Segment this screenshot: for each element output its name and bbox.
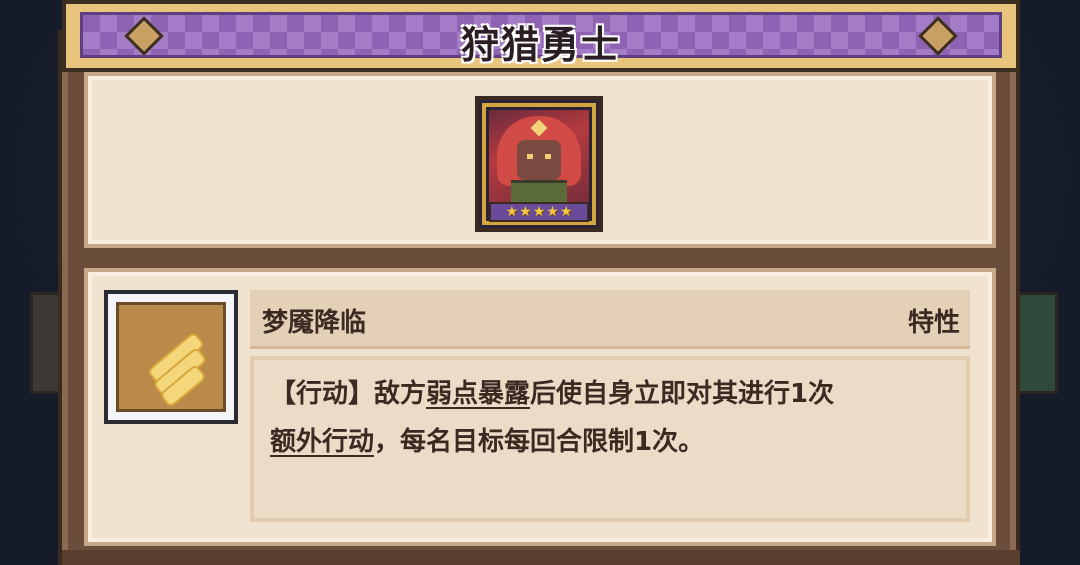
hero-eye-left [527, 154, 533, 159]
skill-icon-frame[interactable] [104, 290, 238, 424]
hero-title: 狩猎勇士 [460, 23, 621, 67]
star-icon: ★ [546, 204, 559, 220]
game-scene: 狩猎勇士 ★ ★ ★ ★ ★ 梦魇降临 特性 【行动】敌方弱点暴露后使自身立即对… [0, 0, 1080, 565]
skill-type-label: 特性 [907, 308, 960, 338]
hero-eye-right [545, 154, 551, 159]
hero-portrait[interactable]: ★ ★ ★ ★ ★ [475, 96, 603, 232]
desc-text-segment: 后使自身立即对其进行1次 [530, 379, 835, 409]
wing-icon [116, 302, 226, 412]
keyword-extra-action[interactable]: 额外行动 [270, 427, 374, 457]
skill-description-box: 【行动】敌方弱点暴露后使自身立即对其进行1次 额外行动，每名目标每回合限制1次。 [250, 356, 970, 522]
star-rating: ★ ★ ★ ★ ★ [489, 202, 589, 222]
desc-text-segment: ，每名目标每回合限制1次。 [374, 427, 705, 457]
hero-face [517, 140, 561, 180]
star-icon: ★ [505, 204, 519, 220]
keyword-weakness-exposed[interactable]: 弱点暴露 [426, 379, 530, 409]
skill-header: 梦魇降临 特性 [250, 290, 970, 349]
hero-portrait-art [489, 110, 589, 202]
star-icon: ★ [532, 204, 546, 220]
frame-bottom-edge [62, 550, 1020, 565]
hero-body [511, 180, 567, 202]
desc-text-segment: 【行动】敌方 [270, 379, 427, 409]
skill-description: 【行动】敌方弱点暴露后使自身立即对其进行1次 额外行动，每名目标每回合限制1次。 [270, 370, 952, 466]
title-banner: 狩猎勇士 [62, 0, 1020, 72]
star-icon: ★ [519, 204, 532, 220]
star-icon: ★ [559, 204, 573, 220]
skill-name: 梦魇降临 [262, 308, 367, 338]
